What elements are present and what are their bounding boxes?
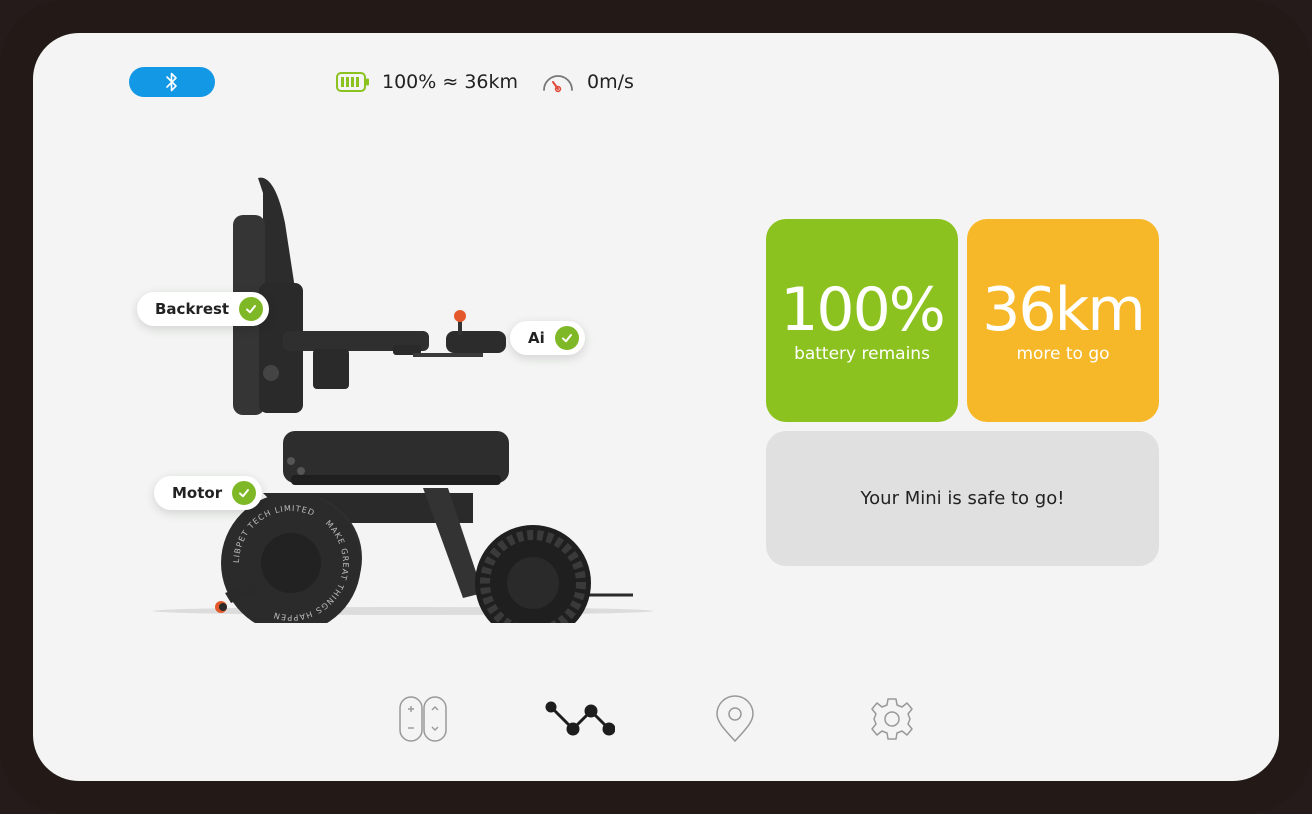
wheel-text-inner: MAKE GREAT THINGS HAPPEN — [272, 519, 350, 622]
battery-status-text: 100% ≈ 36km — [382, 71, 519, 93]
battery-icon — [336, 72, 369, 92]
battery-card: 100% battery remains — [766, 219, 958, 422]
safety-message: Your Mini is safe to go! — [860, 488, 1065, 509]
range-caption: more to go — [1016, 343, 1110, 364]
speed-status: 0m/s — [541, 69, 634, 95]
range-card: 36km more to go — [967, 219, 1159, 422]
tag-backrest[interactable]: Backrest — [137, 292, 270, 326]
gear-icon — [871, 698, 913, 740]
nav-route[interactable] — [541, 689, 617, 749]
tag-motor[interactable]: Motor — [154, 476, 263, 510]
bluetooth-icon — [166, 72, 177, 92]
svg-text:LIBPET TECH LIMITED: LIBPET TECH LIMITED MAKE GREAT THINGS HA… — [232, 504, 350, 622]
battery-caption: battery remains — [794, 343, 930, 364]
route-icon — [545, 701, 615, 736]
check-icon — [232, 481, 257, 505]
screen: 100% ≈ 36km 0m/s LIBPET TECH LIMITED MAK… — [33, 33, 1279, 781]
speed-status-text: 0m/s — [587, 71, 634, 93]
tag-backrest-label: Backrest — [155, 300, 230, 318]
bluetooth-button[interactable] — [129, 67, 215, 97]
plus-minus-updown-icon — [399, 696, 447, 742]
nav-controls[interactable] — [395, 689, 451, 749]
location-pin-icon — [716, 695, 754, 743]
nav-location[interactable] — [713, 689, 757, 749]
nav-settings[interactable] — [867, 689, 917, 749]
device-frame: 100% ≈ 36km 0m/s LIBPET TECH LIMITED MAK… — [0, 0, 1312, 814]
wheel-branding: LIBPET TECH LIMITED MAKE GREAT THINGS HA… — [232, 504, 350, 622]
tag-ai[interactable]: Ai — [510, 321, 585, 355]
check-icon — [554, 326, 579, 350]
range-value: 36km — [982, 274, 1146, 345]
battery-status: 100% ≈ 36km — [336, 69, 518, 95]
battery-value: 100% — [780, 274, 946, 345]
safety-status-card: Your Mini is safe to go! — [766, 431, 1159, 566]
tag-motor-label: Motor — [172, 484, 223, 502]
speedometer-icon — [543, 75, 573, 93]
check-icon — [239, 297, 264, 321]
wheel-text-outer: LIBPET TECH LIMITED — [232, 504, 316, 563]
tag-ai-label: Ai — [528, 329, 545, 347]
